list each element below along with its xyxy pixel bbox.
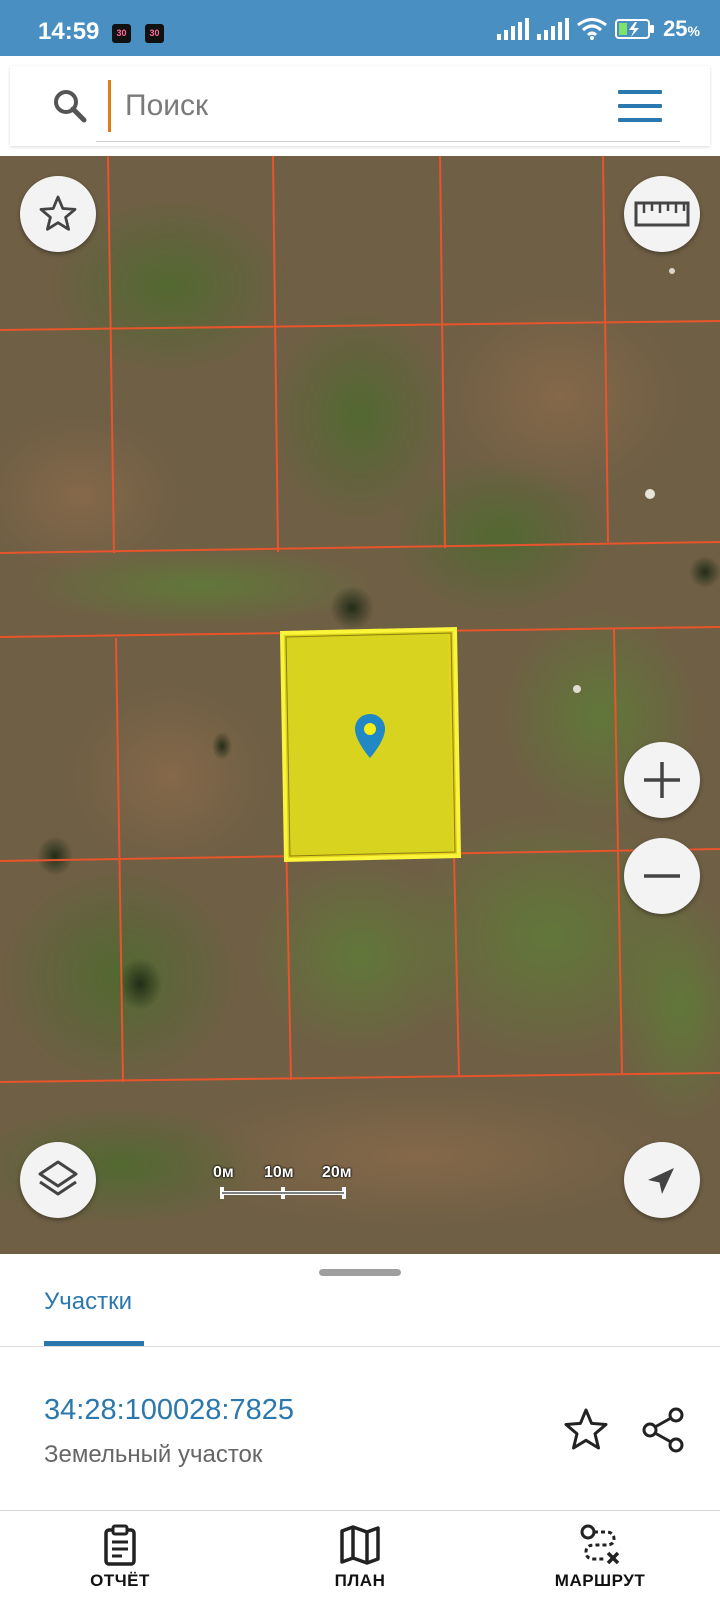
parcel-info-sheet: Участки 34:28:100028:7825 Земельный учас… <box>0 1254 720 1510</box>
favorite-star-icon[interactable] <box>562 1406 610 1454</box>
nav-route[interactable]: МАРШРУТ <box>540 1511 660 1600</box>
parcel-type: Земельный участок <box>44 1441 263 1468</box>
minus-icon <box>644 874 680 878</box>
route-icon <box>580 1524 620 1565</box>
location-pin-icon[interactable] <box>354 713 386 759</box>
battery-level: 25% <box>663 16 700 41</box>
star-outline-icon <box>39 195 77 231</box>
nav-plan[interactable]: ПЛАН <box>320 1511 400 1600</box>
scale-label: 0м <box>213 1164 234 1181</box>
status-time: 14:59 <box>38 18 100 45</box>
nav-report[interactable]: ОТЧЁТ <box>80 1511 160 1600</box>
scale-ruler <box>220 1187 346 1199</box>
plus-icon <box>644 762 680 798</box>
cellular-signal-icon <box>497 18 530 40</box>
layers-button[interactable] <box>20 1142 96 1218</box>
map-view[interactable]: 0м 10м 20м <box>0 156 720 1254</box>
sheet-drag-handle[interactable] <box>319 1269 401 1276</box>
scale-label: 20м <box>322 1164 352 1181</box>
ruler-button[interactable] <box>624 176 700 252</box>
battery-charging-icon <box>615 19 655 39</box>
menu-icon[interactable] <box>618 90 662 122</box>
notification-badge-icon: 30 <box>145 24 164 43</box>
divider <box>0 1346 720 1347</box>
notification-badge-icon: 30 <box>112 24 131 43</box>
my-location-button[interactable] <box>624 1142 700 1218</box>
share-icon[interactable] <box>640 1406 688 1454</box>
search-bar <box>10 66 710 146</box>
cellular-signal-icon <box>537 18 570 40</box>
nav-label: ПЛАН <box>334 1571 386 1590</box>
zoom-out-button[interactable] <box>624 838 700 914</box>
ruler-icon <box>634 201 690 227</box>
satellite-map[interactable] <box>0 156 720 1254</box>
search-icon[interactable] <box>50 86 90 126</box>
navigation-arrow-icon <box>648 1168 674 1194</box>
map-scale-bar: 0м 10м 20м <box>213 1164 360 1204</box>
search-underline <box>96 141 680 142</box>
search-input[interactable] <box>108 80 608 132</box>
scale-label: 10м <box>264 1164 294 1181</box>
favorites-button[interactable] <box>20 176 96 252</box>
parcel-number[interactable]: 34:28:100028:7825 <box>44 1394 294 1427</box>
tab-plots[interactable]: Участки <box>44 1288 132 1316</box>
status-indicators: 25% <box>497 16 700 42</box>
status-bar: 14:59 30 30 25% <box>0 0 720 56</box>
clipboard-icon <box>104 1524 136 1566</box>
wifi-icon <box>577 18 607 40</box>
map-icon <box>340 1525 380 1565</box>
nav-label: ОТЧЁТ <box>90 1571 150 1590</box>
bottom-navigation: ОТЧЁТ ПЛАН МАРШРУТ <box>0 1510 720 1600</box>
nav-label: МАРШРУТ <box>554 1571 646 1590</box>
layers-icon <box>38 1160 78 1196</box>
zoom-in-button[interactable] <box>624 742 700 818</box>
